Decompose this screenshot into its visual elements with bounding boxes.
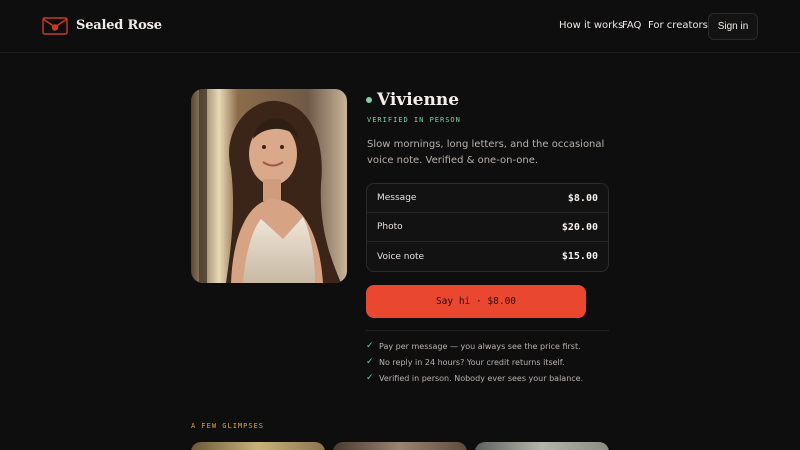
section-divider	[366, 330, 609, 331]
glimpse-thumbnail-3[interactable]	[475, 442, 609, 450]
price-item-label: Message	[377, 193, 417, 203]
price-row-voice-note: Voice note $15.00	[367, 242, 608, 271]
top-nav: Sealed Rose How it works FAQ For creator…	[0, 0, 800, 53]
profile-photo[interactable]	[191, 89, 347, 283]
brand-name[interactable]: Sealed Rose	[76, 18, 162, 33]
sign-in-button[interactable]: Sign in	[708, 13, 758, 40]
perk-item: ✓ No reply in 24 hours? Your credit retu…	[366, 357, 565, 367]
perk-text: Verified in person. Nobody ever sees you…	[379, 373, 584, 383]
glimpses-heading: A FEW GLIMPSES	[191, 422, 265, 430]
nav-link-how-it-works[interactable]: How it works	[559, 20, 623, 31]
price-row-photo: Photo $20.00	[367, 213, 608, 242]
pricing-table: Message $8.00 Photo $20.00 Voice note $1…	[366, 183, 609, 272]
perk-text: Pay per message — you always see the pri…	[379, 341, 581, 351]
profile-name: Vivienne	[377, 90, 460, 110]
check-icon: ✓	[366, 341, 374, 351]
profile-name-row: Vivienne	[366, 90, 459, 110]
perk-item: ✓ Verified in person. Nobody ever sees y…	[366, 373, 583, 383]
price-amount: $8.00	[567, 192, 598, 204]
price-item-label: Photo	[377, 222, 403, 232]
sealed-envelope-icon[interactable]	[42, 17, 68, 35]
nav-link-faq[interactable]: FAQ	[622, 20, 641, 31]
glimpse-thumbnail-1[interactable]	[191, 442, 325, 450]
price-item-label: Voice note	[377, 251, 425, 262]
price-amount: $15.00	[561, 251, 598, 262]
profile-bio: Slow mornings, long letters, and the occ…	[367, 139, 605, 166]
say-hi-button[interactable]: Say hi · $8.00	[366, 285, 586, 318]
price-amount: $20.00	[561, 221, 598, 233]
price-row-message: Message $8.00	[367, 184, 608, 213]
check-icon: ✓	[366, 357, 374, 367]
check-icon: ✓	[366, 373, 374, 383]
glimpse-thumbnail-2[interactable]	[333, 442, 467, 450]
perk-text: No reply in 24 hours? Your credit return…	[379, 357, 565, 367]
nav-link-for-creators[interactable]: For creators	[648, 20, 708, 31]
verified-badge: VERIFIED IN PERSON	[367, 116, 461, 124]
online-status-dot	[366, 97, 372, 103]
perk-item: ✓ Pay per message — you always see the p…	[366, 341, 581, 351]
